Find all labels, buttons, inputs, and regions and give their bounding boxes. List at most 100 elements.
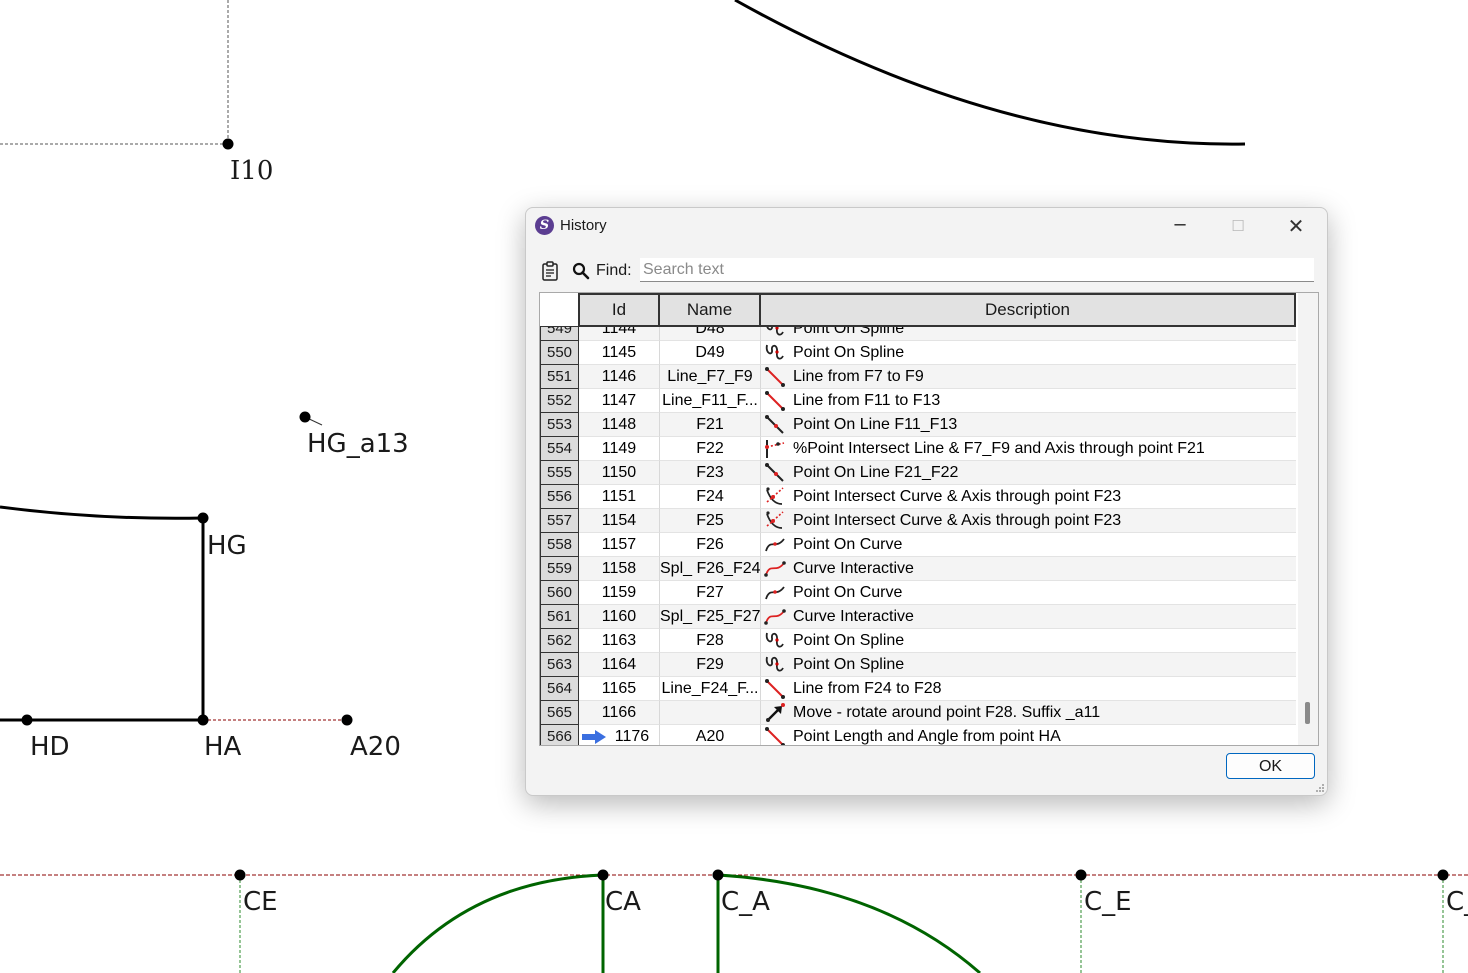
- cell-description[interactable]: Line from F7 to F9: [761, 365, 1296, 389]
- table-row[interactable]: 552 1147 Line_F11_F... Line from F11 to F13: [540, 389, 1296, 413]
- cell-description[interactable]: %Point Intersect Line & F7_F9 and Axis t…: [761, 437, 1296, 461]
- row-number[interactable]: 550: [540, 341, 579, 365]
- point-CE[interactable]: [234, 869, 246, 881]
- table-row[interactable]: 558 1157 F26 Point On Curve: [540, 533, 1296, 557]
- cell-description[interactable]: Move - rotate around point F28. Suffix _…: [761, 701, 1296, 725]
- cell-id[interactable]: 1166: [579, 701, 660, 725]
- minimize-button[interactable]: ─: [1151, 208, 1209, 244]
- table-row[interactable]: 549 1144 D48 Point On Spline: [540, 327, 1296, 341]
- cell-name[interactable]: [660, 701, 761, 725]
- row-number[interactable]: 565: [540, 701, 579, 725]
- cell-name[interactable]: F23: [660, 461, 761, 485]
- vertical-scrollbar[interactable]: [1298, 293, 1318, 745]
- title-bar[interactable]: S History ─ ☐ ✕: [526, 208, 1327, 244]
- row-number[interactable]: 551: [540, 365, 579, 389]
- cell-description[interactable]: Point On Line F21_F22: [761, 461, 1296, 485]
- cell-id[interactable]: 1146: [579, 365, 660, 389]
- cell-name[interactable]: F24: [660, 485, 761, 509]
- point-label[interactable]: C_A: [721, 887, 770, 917]
- point-label[interactable]: HG_a13: [307, 429, 409, 459]
- cell-name[interactable]: A20: [660, 725, 761, 745]
- cell-description[interactable]: Point Intersect Curve & Axis through poi…: [761, 509, 1296, 533]
- cell-name[interactable]: F21: [660, 413, 761, 437]
- cell-id[interactable]: 1148: [579, 413, 660, 437]
- table-row[interactable]: 556 1151 F24 Point Intersect Curve & Axis t…: [540, 485, 1296, 509]
- cell-description[interactable]: Curve Interactive: [761, 557, 1296, 581]
- row-number[interactable]: 558: [540, 533, 579, 557]
- point-HA[interactable]: [197, 714, 209, 726]
- table-row[interactable]: 564 1165 Line_F24_F... Line from F24 to F28: [540, 677, 1296, 701]
- cell-description[interactable]: Point Length and Angle from point HA: [761, 725, 1296, 745]
- point-I10[interactable]: [222, 138, 234, 150]
- cell-description[interactable]: Point Intersect Curve & Axis through poi…: [761, 485, 1296, 509]
- cell-description[interactable]: Point On Spline: [761, 327, 1296, 341]
- cell-description[interactable]: Curve Interactive: [761, 605, 1296, 629]
- cell-id[interactable]: 1157: [579, 533, 660, 557]
- row-number[interactable]: 552: [540, 389, 579, 413]
- row-number[interactable]: 555: [540, 461, 579, 485]
- row-number[interactable]: 556: [540, 485, 579, 509]
- history-table[interactable]: Id Name Description 549 1144 D48 Point On S…: [539, 292, 1319, 746]
- point-label[interactable]: CE: [243, 887, 278, 917]
- row-number[interactable]: 559: [540, 557, 579, 581]
- table-row[interactable]: 565 1166 Move - rotate around point F28. S…: [540, 701, 1296, 725]
- point-HG_a13[interactable]: [299, 411, 311, 423]
- row-number[interactable]: 553: [540, 413, 579, 437]
- column-header-name[interactable]: Name: [660, 293, 761, 327]
- cell-name[interactable]: F26: [660, 533, 761, 557]
- table-row[interactable]: 566 1176 A20 Point Length and Angle from po…: [540, 725, 1296, 745]
- cell-id[interactable]: 1150: [579, 461, 660, 485]
- point-HG[interactable]: [197, 512, 209, 524]
- green-curve[interactable]: [391, 873, 604, 973]
- cell-name[interactable]: D49: [660, 341, 761, 365]
- table-row[interactable]: 551 1146 Line_F7_F9 Line from F7 to F9: [540, 365, 1296, 389]
- ok-button[interactable]: OK: [1226, 753, 1315, 779]
- table-corner[interactable]: [540, 293, 579, 327]
- table-row[interactable]: 557 1154 F25 Point Intersect Curve & Axis t…: [540, 509, 1296, 533]
- cell-id[interactable]: 1158: [579, 557, 660, 581]
- table-row[interactable]: 553 1148 F21 Point On Line F11_F13: [540, 413, 1296, 437]
- cell-id[interactable]: 1149: [579, 437, 660, 461]
- cell-id[interactable]: 1154: [579, 509, 660, 533]
- table-row[interactable]: 561 1160 Spl_ F25_F27 Curve Interactive: [540, 605, 1296, 629]
- cell-name[interactable]: Line_F24_F...: [660, 677, 761, 701]
- maximize-button[interactable]: ☐: [1209, 208, 1267, 244]
- table-row[interactable]: 562 1163 F28 Point On Spline: [540, 629, 1296, 653]
- cell-name[interactable]: Spl_ F26_F24: [660, 557, 761, 581]
- row-number[interactable]: 554: [540, 437, 579, 461]
- cell-id[interactable]: 1160: [579, 605, 660, 629]
- table-row[interactable]: 560 1159 F27 Point On Curve: [540, 581, 1296, 605]
- table-row[interactable]: 555 1150 F23 Point On Line F21_F22: [540, 461, 1296, 485]
- cell-name[interactable]: F25: [660, 509, 761, 533]
- cell-id[interactable]: 1144: [579, 327, 660, 341]
- cell-description[interactable]: Point On Spline: [761, 629, 1296, 653]
- cell-name[interactable]: Spl_ F25_F27: [660, 605, 761, 629]
- row-number[interactable]: 549: [540, 327, 579, 341]
- cell-id[interactable]: 1159: [579, 581, 660, 605]
- cell-description[interactable]: Point On Spline: [761, 653, 1296, 677]
- cell-description[interactable]: Point On Curve: [761, 581, 1296, 605]
- column-header-id[interactable]: Id: [579, 293, 660, 327]
- column-header-description[interactable]: Description: [761, 293, 1296, 327]
- cell-name[interactable]: Line_F11_F...: [660, 389, 761, 413]
- row-number[interactable]: 557: [540, 509, 579, 533]
- cell-description[interactable]: Line from F11 to F13: [761, 389, 1296, 413]
- row-number[interactable]: 560: [540, 581, 579, 605]
- cell-id[interactable]: 1163: [579, 629, 660, 653]
- row-number[interactable]: 566: [540, 725, 579, 745]
- point-label[interactable]: HG: [207, 531, 247, 561]
- point-label[interactable]: CA: [605, 887, 641, 917]
- point-label[interactable]: HD: [30, 732, 70, 762]
- cell-id[interactable]: 1164: [579, 653, 660, 677]
- point-label[interactable]: C_: [1446, 887, 1468, 917]
- point-label[interactable]: C_E: [1084, 887, 1132, 917]
- row-number[interactable]: 562: [540, 629, 579, 653]
- cell-id[interactable]: 1151: [579, 485, 660, 509]
- scrollbar-thumb[interactable]: [1305, 702, 1310, 724]
- point-C_A[interactable]: [712, 869, 724, 881]
- cell-id[interactable]: 1165: [579, 677, 660, 701]
- point-label[interactable]: HA: [204, 732, 242, 762]
- cell-name[interactable]: F28: [660, 629, 761, 653]
- search-input[interactable]: [640, 258, 1314, 282]
- cell-description[interactable]: Point On Spline: [761, 341, 1296, 365]
